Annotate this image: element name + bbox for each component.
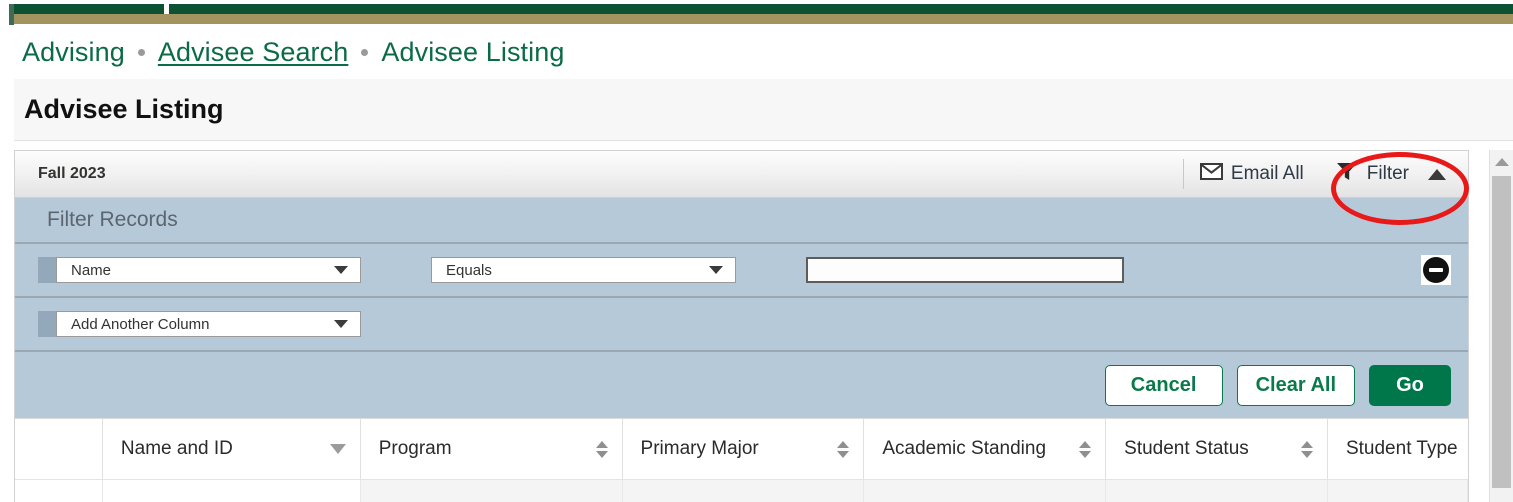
panel-header: Fall 2023 Email All Filter [15, 151, 1468, 198]
filter-actions: Cancel Clear All Go [15, 352, 1468, 418]
filter-value-input[interactable] [806, 257, 1124, 283]
breadcrumb-separator-icon [137, 48, 145, 56]
table-row[interactable] [15, 479, 1468, 502]
breadcrumb-item-advisee-search[interactable]: Advisee Search [158, 37, 349, 68]
clear-all-button[interactable]: Clear All [1236, 364, 1355, 406]
column-header-program[interactable]: Program [361, 419, 623, 479]
filter-operator-value: Equals [446, 261, 492, 279]
cancel-button[interactable]: Cancel [1104, 364, 1223, 406]
filter-label: Filter [1366, 163, 1409, 184]
term-label: Fall 2023 [38, 165, 106, 182]
breadcrumb: Advising Advisee Search Advisee Listing [0, 25, 1513, 79]
column-header-label: Primary Major [640, 438, 759, 459]
panel-right-gap [1469, 150, 1489, 502]
page-title: Advisee Listing [24, 94, 224, 124]
advisee-listing-screen: Advising Advisee Search Advisee Listing … [0, 0, 1513, 502]
column-header-student-status[interactable]: Student Status [1106, 419, 1328, 479]
table-cell [15, 480, 103, 502]
column-header-student-type[interactable]: Student Type [1328, 419, 1468, 479]
minus-circle-icon [1423, 257, 1449, 283]
table-cell [103, 480, 361, 502]
page-title-bar: Advisee Listing [14, 79, 1513, 141]
filter-operator-select[interactable]: Equals [431, 257, 736, 283]
breadcrumb-item-advising[interactable]: Advising [22, 37, 125, 68]
email-all-label: Email All [1230, 163, 1304, 184]
column-header-label: Name and ID [120, 438, 233, 459]
sort-both-icon [1079, 440, 1092, 458]
go-button[interactable]: Go [1369, 364, 1451, 406]
sort-both-icon [1300, 440, 1313, 458]
panel-header-actions: Email All Filter [1182, 151, 1468, 197]
filter-column-value: Name [71, 261, 112, 279]
brand-bar-green [14, 4, 1513, 14]
sort-both-icon [837, 440, 850, 458]
table-cell [1106, 480, 1329, 502]
breadcrumb-separator-icon [361, 48, 369, 56]
filter-row-drag-handle[interactable] [38, 257, 56, 283]
add-row-drag-handle[interactable] [38, 311, 56, 337]
filter-column-select[interactable]: Name [56, 257, 361, 283]
scroll-up-button[interactable] [1490, 150, 1513, 174]
chevron-down-icon [709, 266, 723, 274]
table-cell [622, 480, 865, 502]
vertical-scrollbar[interactable] [1489, 150, 1513, 502]
funnel-icon [1336, 161, 1358, 188]
column-header-label: Academic Standing [882, 438, 1047, 459]
column-header-name-and-id[interactable]: Name and ID [103, 419, 361, 479]
breadcrumb-item-advisee-listing: Advisee Listing [381, 36, 565, 67]
table-cell [864, 480, 1107, 502]
results-table-header: Name and ID Program Primary Major Academ… [15, 418, 1468, 479]
add-another-column-select[interactable]: Add Another Column [56, 311, 361, 337]
chevron-down-icon [334, 320, 348, 328]
table-cell [1328, 480, 1468, 502]
caret-up-icon [1428, 168, 1446, 180]
caret-up-icon [1494, 158, 1509, 166]
email-all-button[interactable]: Email All [1184, 151, 1320, 197]
column-header-label: Student Status [1124, 438, 1249, 459]
sort-both-icon [595, 440, 608, 458]
chevron-down-icon [334, 266, 348, 274]
envelope-icon [1199, 162, 1223, 186]
select-all-column [15, 419, 103, 479]
brand-bar-notch [164, 4, 169, 14]
add-filter-row: Add Another Column [15, 298, 1468, 352]
filter-row: Name Equals [15, 244, 1468, 298]
filter-records-title: Filter Records [15, 198, 1468, 244]
add-another-column-value: Add Another Column [71, 315, 210, 333]
column-header-primary-major[interactable]: Primary Major [623, 419, 865, 479]
column-header-label: Student Type [1345, 438, 1458, 459]
scrollbar-thumb[interactable] [1492, 176, 1511, 488]
advisee-listing-panel: Fall 2023 Email All Filter Filter Record… [14, 150, 1469, 502]
column-header-academic-standing[interactable]: Academic Standing [864, 419, 1107, 479]
column-header-label: Program [378, 438, 452, 459]
brand-bar-gold [14, 14, 1513, 24]
table-cell [360, 480, 623, 502]
filter-toggle-button[interactable]: Filter [1320, 151, 1468, 197]
remove-filter-row-button[interactable] [1421, 255, 1451, 285]
sort-descending-icon [329, 444, 346, 454]
filter-records-panel: Filter Records Name Equals Add Another C… [15, 198, 1468, 418]
